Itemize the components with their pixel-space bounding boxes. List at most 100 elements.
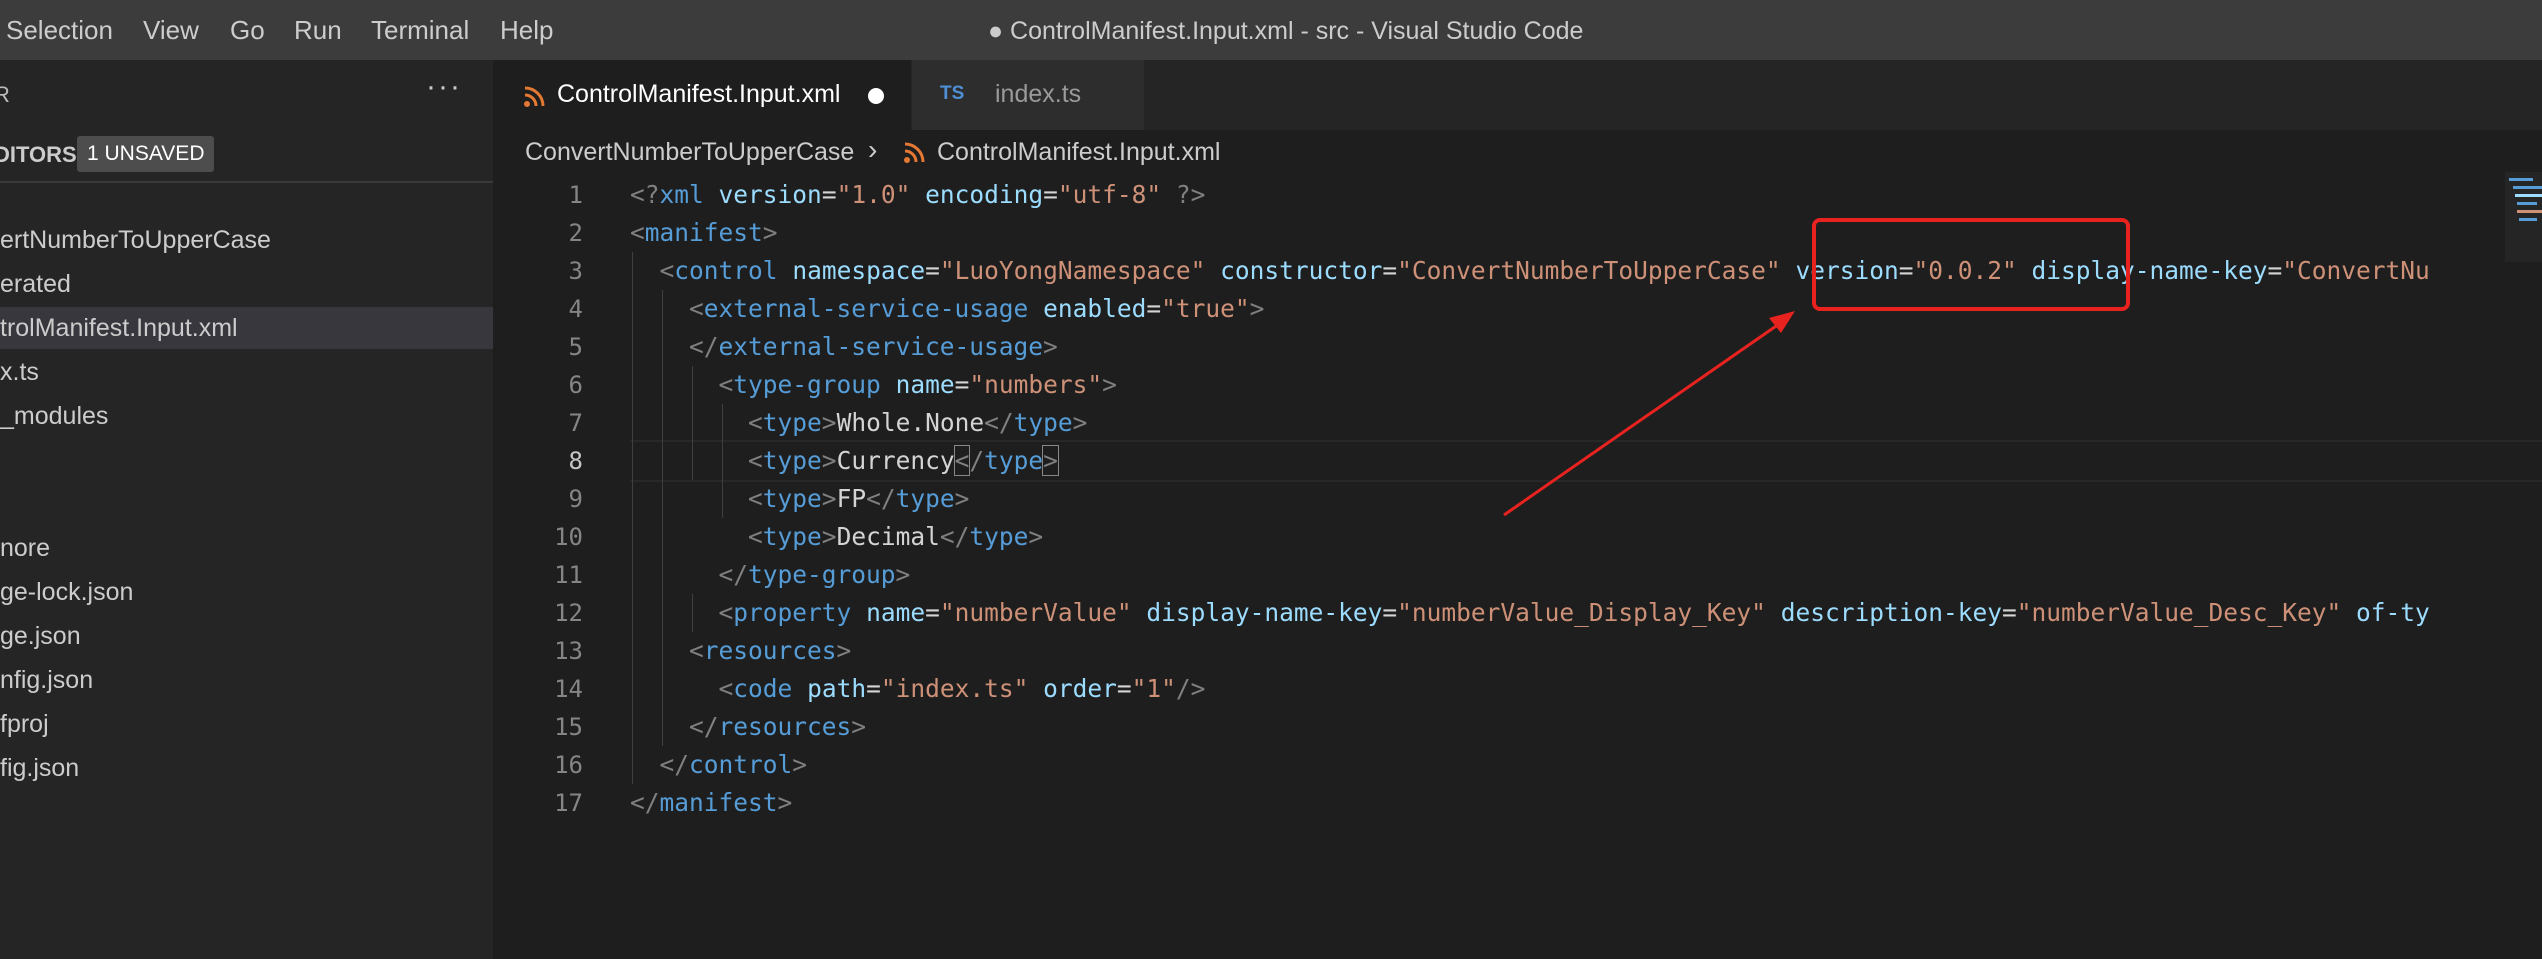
breadcrumb-folder[interactable]: ConvertNumberToUpperCase — [525, 138, 854, 167]
line-number: 10 — [554, 523, 583, 551]
code-token: > — [762, 218, 778, 247]
code-token: type-group — [748, 560, 896, 589]
tree-item-selected[interactable]: trolManifest.Input.xml — [0, 307, 493, 349]
code-token: = — [1043, 180, 1058, 209]
code-token: type — [895, 484, 955, 513]
code-token: external-service-usage — [718, 332, 1044, 361]
code-line: <code path="index.ts" order="1"/> — [630, 670, 1206, 708]
tree-item[interactable]: fig.json — [0, 747, 493, 789]
code-token: > — [954, 484, 970, 513]
code-token: Currency — [836, 446, 955, 475]
code-token: </ — [689, 712, 719, 741]
code-token: Decimal — [836, 522, 940, 551]
code-token: < — [689, 294, 704, 323]
code-token: < — [748, 446, 763, 475]
code-token: manifest — [659, 788, 778, 817]
menu-view[interactable]: View — [143, 15, 199, 46]
breadcrumb-file[interactable]: ControlManifest.Input.xml — [937, 138, 1220, 167]
code-token: = — [2001, 598, 2017, 627]
typescript-icon: TS — [940, 83, 965, 104]
code-token: < — [748, 408, 763, 437]
code-token: manifest — [644, 218, 763, 247]
line-number: 12 — [554, 599, 583, 627]
code-token: < — [689, 636, 704, 665]
tree-item[interactable]: nfig.json — [0, 659, 493, 701]
tree-item-label: ertNumberToUpperCase — [0, 226, 271, 254]
code-line: <type>Decimal</type> — [630, 518, 1043, 556]
tab-controlmanifest[interactable]: ControlManifest.Input.xml — [493, 60, 911, 130]
code-token: /> — [1175, 674, 1206, 703]
code-token: resources — [718, 712, 852, 741]
menu-terminal[interactable]: Terminal — [371, 15, 469, 46]
menu-run[interactable]: Run — [294, 15, 342, 46]
code-line: <?xml version="1.0" encoding="utf-8" ?> — [630, 176, 1205, 214]
code-line: <resources> — [630, 632, 851, 670]
code-token: "ConvertNumberToUpperCase" — [1397, 256, 1781, 285]
tree-item[interactable]: ge.json — [0, 615, 493, 657]
code-token: version — [718, 180, 822, 209]
code-token: </ — [939, 522, 970, 551]
unsaved-dot-icon[interactable] — [868, 88, 884, 104]
window-title: ● ControlManifest.Input.xml - src - Visu… — [988, 17, 1584, 45]
line-number: 13 — [554, 637, 583, 665]
code-token: > — [1249, 294, 1265, 323]
line-number: 8 — [568, 447, 583, 475]
code-token: = — [2267, 256, 2283, 285]
code-token: external-service-usage — [703, 294, 1029, 323]
code-token: ?> — [1175, 180, 1206, 209]
rss-icon — [904, 142, 925, 163]
tab-index-ts[interactable]: TS index.ts — [911, 60, 1144, 130]
menu-help[interactable]: Help — [500, 15, 553, 46]
menu-go[interactable]: Go — [230, 15, 265, 46]
tree-item-label: ge.json — [0, 622, 81, 650]
code-token: "1.0" — [836, 180, 911, 209]
tree-item[interactable]: fproj — [0, 703, 493, 745]
breadcrumb: ConvertNumberToUpperCase › ControlManife… — [493, 130, 2542, 176]
tree-item[interactable]: erated — [0, 263, 493, 305]
tree-item[interactable]: _modules — [0, 395, 493, 437]
code-token: > — [1028, 522, 1044, 551]
tree-item-label: nfig.json — [0, 666, 94, 694]
code-token: name — [866, 598, 926, 627]
tree-item-label: _modules — [0, 402, 109, 430]
code-token: > — [792, 750, 808, 779]
code-token: > — [851, 712, 867, 741]
minimap[interactable] — [2505, 172, 2542, 262]
code-token: control — [674, 256, 778, 285]
code-token: = — [925, 256, 940, 285]
code-line: <type-group name="numbers"> — [630, 366, 1117, 404]
code-token: > — [777, 788, 793, 817]
tree-item[interactable]: ertNumberToUpperCase — [0, 219, 493, 261]
ellipsis-icon[interactable]: ··· — [426, 70, 462, 104]
code-token: > — [1042, 445, 1059, 476]
tree-item[interactable]: nore — [0, 527, 493, 569]
code-token: name — [895, 370, 955, 399]
code-token: enabled — [1043, 294, 1147, 323]
code-token: > — [821, 522, 837, 551]
code-token: > — [1102, 370, 1117, 399]
code-editor[interactable]: 1 2 3 4 5 6 7 8 9 10 11 12 13 14 15 16 17 <?xml version=… — [493, 176, 2542, 959]
line-number: 15 — [554, 713, 583, 741]
code-line: <control namespace="LuoYongNamespace" co… — [630, 252, 2430, 290]
tree-item[interactable]: ge-lock.json — [0, 571, 493, 613]
code-token: "true" — [1161, 294, 1250, 323]
open-editors-header[interactable]: DITORS 1 UNSAVED — [0, 136, 493, 176]
tree-item[interactable]: x.ts — [0, 351, 493, 393]
code-token: </ — [689, 332, 719, 361]
code-line: <type>FP</type> — [630, 480, 969, 518]
line-number: 7 — [568, 409, 583, 437]
menu-selection[interactable]: Selection — [6, 15, 113, 46]
